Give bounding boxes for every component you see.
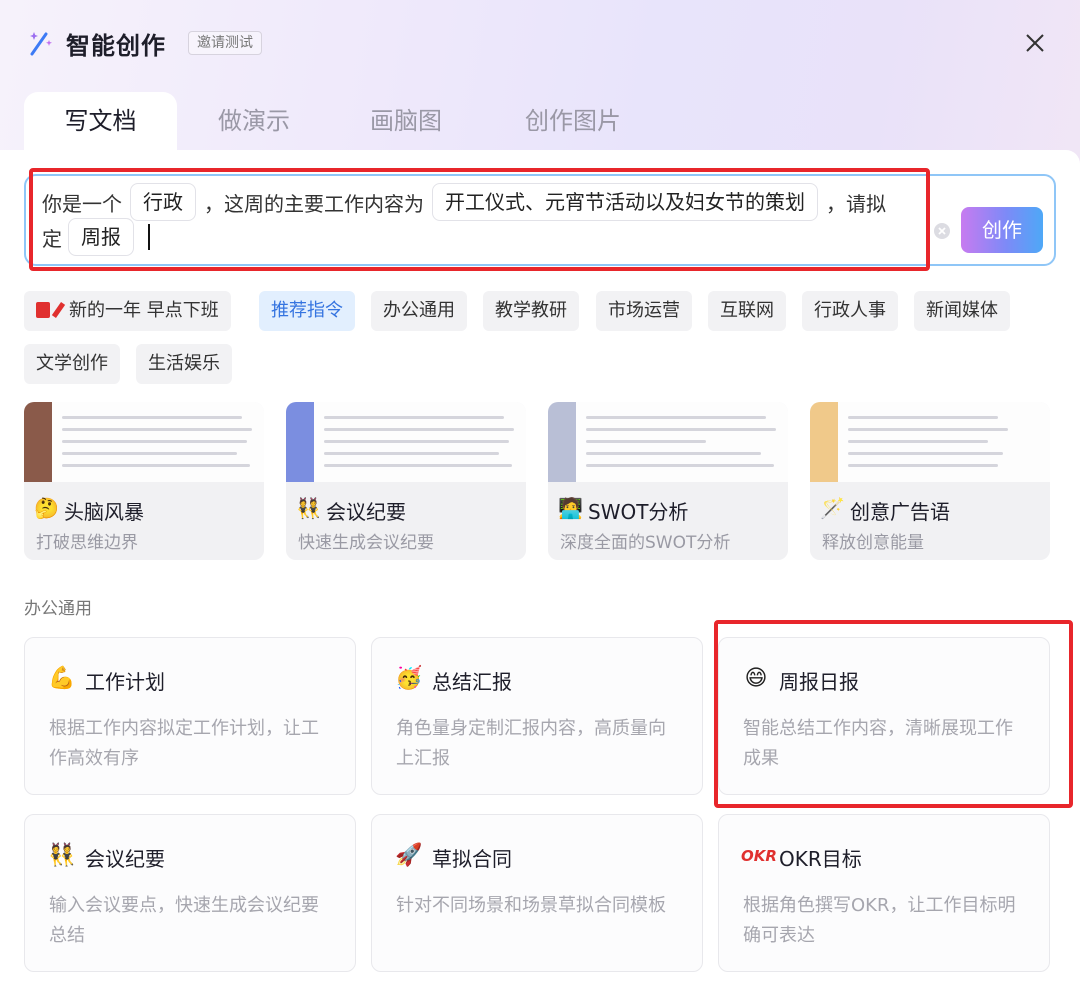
feature-desc: 针对不同场景和场景草拟合同模板 — [396, 895, 666, 916]
prompt-chip-doc-type[interactable]: 周报 — [68, 218, 134, 256]
feature-card-draft-contract[interactable]: 🚀 草拟合同 针对不同场景和场景草拟合同模板 — [371, 814, 703, 972]
feature-card-meeting-notes[interactable]: 👯 会议纪要 输入会议要点，快速生成会议纪要总结 — [24, 814, 356, 972]
template-title: SWOT分析 — [588, 500, 689, 524]
rocket-icon: 🚀 — [395, 843, 423, 868]
category-admin-hr[interactable]: 行政人事 — [802, 291, 898, 331]
template-card-swot[interactable]: 🧑‍💻 SWOT分析 深度全面的SWOT分析 — [548, 402, 788, 560]
prompt-text: 定 — [42, 226, 62, 251]
category-literature[interactable]: 文学创作 — [24, 344, 120, 384]
category-lifestyle[interactable]: 生活娱乐 — [136, 344, 232, 384]
template-preview — [286, 402, 526, 482]
template-card-ad-slogan[interactable]: 🪄 创意广告语 释放创意能量 — [810, 402, 1050, 560]
feature-title: 工作计划 — [85, 670, 165, 694]
feature-title: 会议纪要 — [85, 847, 165, 871]
template-desc: 打破思维边界 — [36, 533, 138, 553]
red-envelope-icon — [36, 302, 50, 318]
prompt-chip-role[interactable]: 行政 — [130, 183, 196, 221]
prompt-chip-work-content[interactable]: 开工仪式、元宵节活动以及妇女节的策划 — [432, 183, 818, 221]
template-card-meeting-notes[interactable]: 👯 会议纪要 快速生成会议纪要 — [286, 402, 526, 560]
feature-title: 草拟合同 — [432, 847, 512, 871]
person-laptop-icon: 🧑‍💻 — [558, 496, 583, 520]
app-title: 智能创作 — [66, 32, 166, 60]
category-office[interactable]: 办公通用 — [371, 291, 467, 331]
category-internet[interactable]: 互联网 — [708, 291, 786, 331]
flexed-biceps-icon: 💪 — [48, 666, 76, 691]
prompt-line-1: 你是一个 行政 ，这周的主要工作内容为 开工仪式、元宵节活动以及妇女节的策划 ，… — [42, 183, 886, 221]
party-face-icon: 🥳 — [395, 666, 423, 691]
feature-title: 总结汇报 — [432, 670, 512, 694]
template-title: 会议纪要 — [326, 500, 406, 524]
template-preview — [810, 402, 1050, 482]
template-desc: 快速生成会议纪要 — [298, 533, 434, 553]
magic-wand-logo-icon — [30, 32, 52, 56]
magic-wand-icon: 🪄 — [820, 496, 845, 520]
prompt-text: ，请拟 — [826, 191, 886, 216]
prompt-text: 你是一个 — [42, 191, 122, 216]
people-icon: 👯 — [48, 843, 76, 868]
clear-icon[interactable] — [933, 222, 951, 240]
template-preview — [24, 402, 264, 482]
close-icon[interactable] — [1020, 28, 1050, 58]
template-card-brainstorm[interactable]: 🤔 头脑风暴 打破思维边界 — [24, 402, 264, 560]
firecracker-icon — [51, 302, 66, 318]
template-desc: 深度全面的SWOT分析 — [560, 533, 731, 553]
feature-desc: 根据工作内容拟定工作计划，让工作高效有序 — [49, 718, 319, 769]
tab-presentation[interactable]: 做演示 — [190, 92, 318, 150]
create-button[interactable]: 创作 — [961, 207, 1043, 253]
section-label-office: 办公通用 — [24, 599, 92, 619]
people-icon: 👯 — [296, 496, 321, 520]
invite-test-badge: 邀请测试 — [188, 31, 262, 55]
feature-desc: 智能总结工作内容，清晰展现工作成果 — [743, 718, 1013, 769]
tab-mindmap[interactable]: 画脑图 — [342, 92, 470, 150]
feature-desc: 输入会议要点，快速生成会议纪要总结 — [49, 895, 319, 946]
feature-card-okr[interactable]: OKR OKR目标 根据角色撰写OKR，让工作目标明确可表达 — [718, 814, 1050, 972]
template-title: 创意广告语 — [850, 500, 950, 524]
feature-title: 周报日报 — [779, 670, 859, 694]
prompt-text: ，这周的主要工作内容为 — [204, 191, 424, 216]
category-label: 新的一年 早点下班 — [69, 300, 219, 321]
text-cursor — [148, 224, 150, 250]
category-marketing[interactable]: 市场运营 — [596, 291, 692, 331]
feature-card-weekly-report[interactable]: 😄 周报日报 智能总结工作内容，清晰展现工作成果 — [718, 637, 1050, 795]
template-preview — [548, 402, 788, 482]
tab-create-image[interactable]: 创作图片 — [500, 92, 646, 150]
feature-card-summary-report[interactable]: 🥳 总结汇报 角色量身定制汇报内容，高质量向上汇报 — [371, 637, 703, 795]
okr-icon: OKR — [741, 847, 777, 865]
template-desc: 释放创意能量 — [822, 533, 924, 553]
feature-card-work-plan[interactable]: 💪 工作计划 根据工作内容拟定工作计划，让工作高效有序 — [24, 637, 356, 795]
prompt-line-2: 定 周报 — [42, 218, 150, 256]
feature-title: OKR目标 — [779, 847, 862, 871]
thinking-face-icon: 🤔 — [34, 496, 59, 520]
template-title: 头脑风暴 — [64, 500, 144, 524]
category-news-media[interactable]: 新闻媒体 — [914, 291, 1010, 331]
feature-desc: 根据角色撰写OKR，让工作目标明确可表达 — [743, 895, 1016, 946]
category-recommended[interactable]: 推荐指令 — [259, 291, 355, 331]
grinning-face-icon: 😄 — [744, 666, 768, 691]
category-new-year[interactable]: 新的一年 早点下班 — [24, 291, 231, 331]
tab-write-doc[interactable]: 写文档 — [24, 92, 177, 150]
category-teaching[interactable]: 教学教研 — [483, 291, 579, 331]
feature-desc: 角色量身定制汇报内容，高质量向上汇报 — [396, 718, 666, 769]
